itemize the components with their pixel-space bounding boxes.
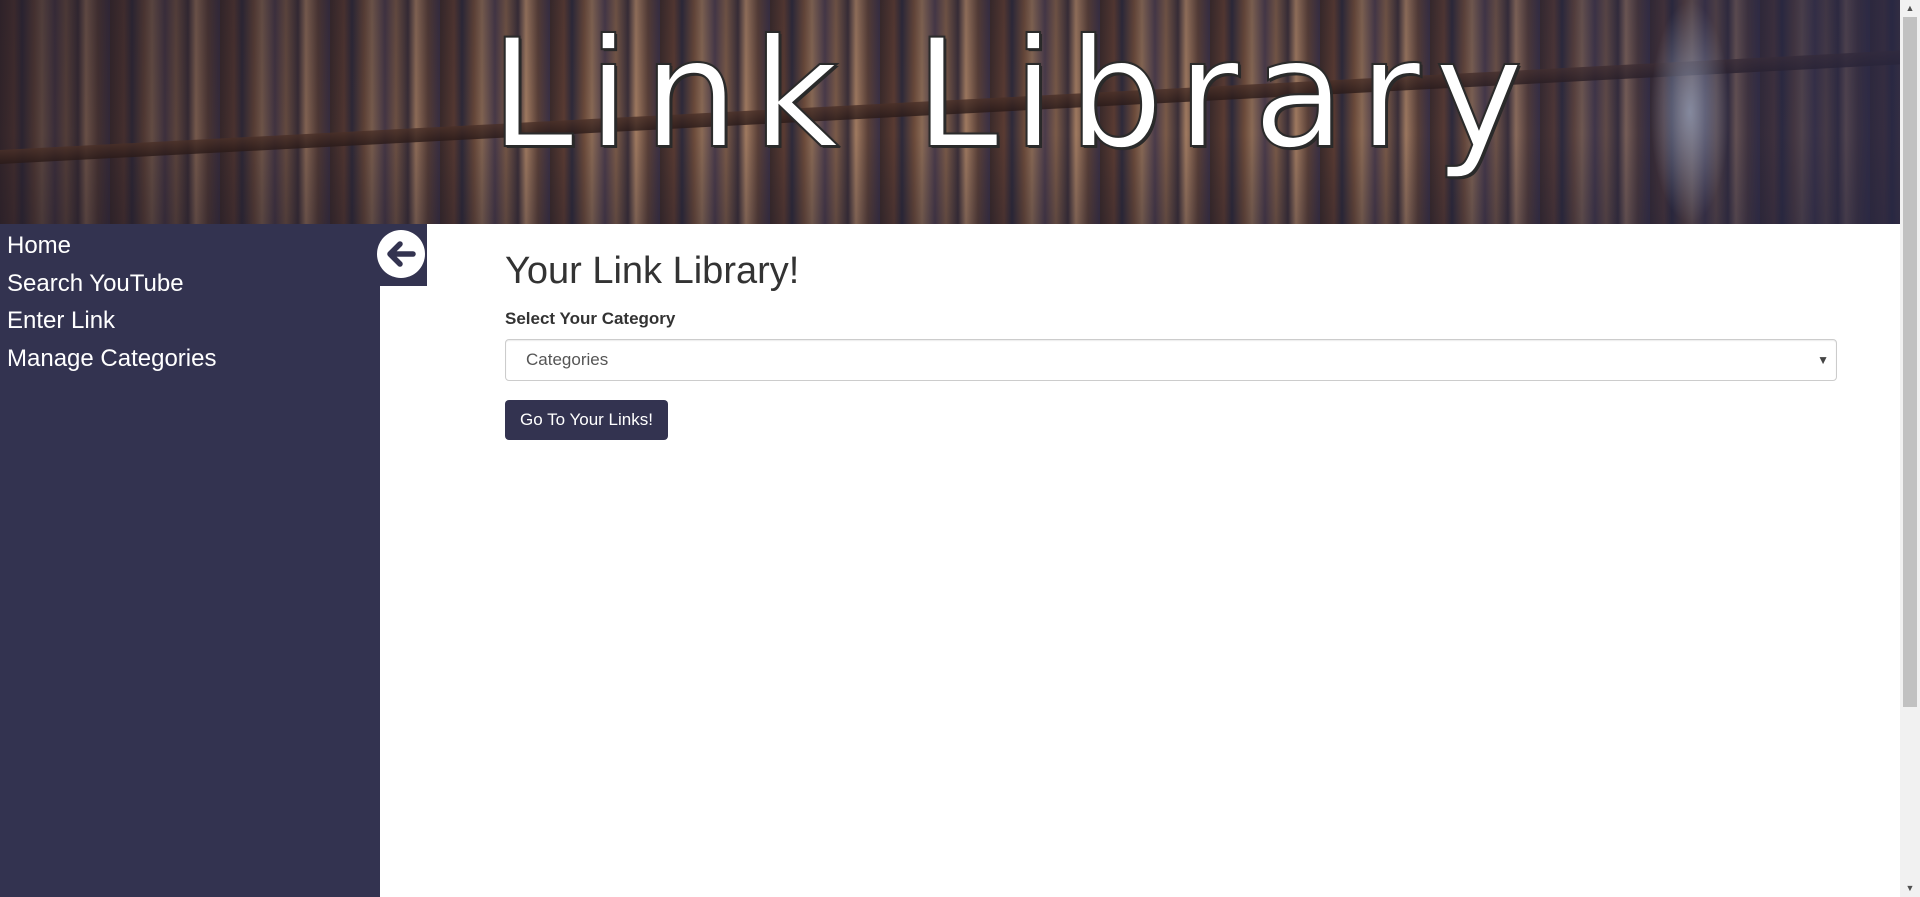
category-label: Select Your Category bbox=[505, 309, 676, 328]
scroll-down-arrow-icon[interactable]: ▼ bbox=[1900, 880, 1920, 897]
header-banner: Link Library bbox=[0, 0, 1900, 224]
page-title: Your Link Library! bbox=[505, 250, 800, 292]
sidebar: Home Search YouTube Enter Link Manage Ca… bbox=[0, 224, 380, 897]
scroll-up-arrow-icon[interactable]: ▲ bbox=[1900, 0, 1920, 17]
scrollbar-thumb[interactable] bbox=[1903, 17, 1917, 707]
caret-down-icon: ▼ bbox=[1817, 353, 1829, 367]
page: Link Library Home Search YouTube Enter L… bbox=[0, 0, 1920, 897]
category-select[interactable]: Categories ▼ bbox=[505, 339, 1837, 381]
site-logo-title: Link Library bbox=[489, 7, 1538, 183]
page-scrollbar[interactable]: ▲ ▼ bbox=[1900, 0, 1920, 897]
sidebar-toggle-button[interactable] bbox=[377, 230, 425, 278]
arrow-left-circle-icon bbox=[387, 241, 416, 267]
sidebar-item-search-youtube[interactable]: Search YouTube bbox=[0, 265, 380, 303]
sidebar-item-enter-link[interactable]: Enter Link bbox=[0, 302, 380, 340]
sidebar-item-manage-categories[interactable]: Manage Categories bbox=[0, 340, 380, 378]
category-select-value: Categories bbox=[526, 350, 609, 369]
main-content: Your Link Library! Select Your Category … bbox=[505, 224, 1837, 440]
go-to-links-button[interactable]: Go To Your Links! bbox=[505, 400, 668, 440]
sidebar-nav-list: Home Search YouTube Enter Link Manage Ca… bbox=[0, 224, 380, 377]
banner-shade-left bbox=[0, 0, 520, 224]
sidebar-item-home[interactable]: Home bbox=[0, 227, 380, 265]
